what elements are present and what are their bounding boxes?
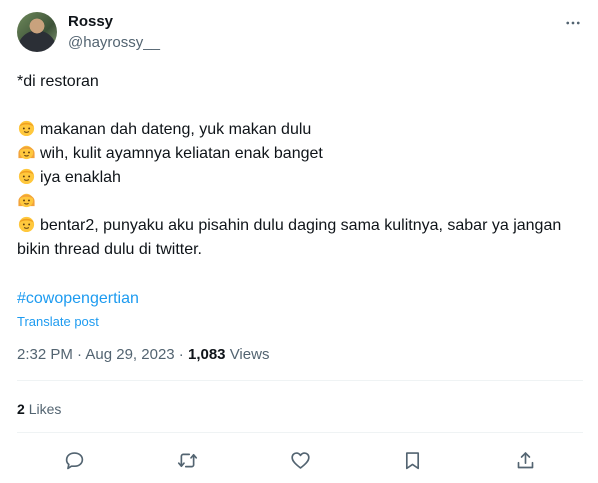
boy-face-icon	[18, 120, 35, 137]
tweet-line-text: bentar2, punyaku aku pisahin dulu daging…	[17, 217, 562, 258]
avatar[interactable]	[17, 12, 57, 52]
boy-face-icon	[18, 216, 35, 233]
tweet-line-text: wih, kulit ayamnya keliatan enak banget	[40, 145, 323, 162]
tweet-meta: 2:32 PM · Aug 29, 2023 · 1,083 Views	[17, 345, 269, 365]
like-button[interactable]	[287, 447, 313, 473]
divider	[17, 432, 583, 433]
tweet-text: *di restoran makanan dah dateng, yuk mak…	[17, 70, 577, 262]
likes-label: Likes	[28, 401, 62, 417]
retweet-icon	[177, 453, 197, 467]
bookmark-button[interactable]	[399, 447, 425, 473]
more-horizontal-icon	[566, 21, 580, 25]
tweet-line: bentar2, punyaku aku pisahin dulu daging…	[17, 214, 577, 262]
author-handle[interactable]: @hayrossy__	[68, 34, 160, 52]
divider	[17, 380, 583, 381]
retweet-button[interactable]	[174, 447, 200, 473]
likes-count: 2	[17, 401, 25, 417]
tweet-line-text: *di restoran	[17, 73, 99, 90]
meta-separator: ·	[174, 346, 188, 363]
meta-separator: ·	[72, 346, 86, 363]
share-button[interactable]	[512, 447, 538, 473]
bookmark-icon	[405, 451, 419, 469]
tweet-line: *di restoran	[17, 70, 577, 94]
author-display-name[interactable]: Rossy	[68, 13, 113, 31]
tweet-date[interactable]: Aug 29, 2023	[85, 346, 174, 363]
tweet-line: iya enaklah	[17, 166, 577, 190]
reply-icon	[65, 451, 83, 469]
girl-face-icon	[18, 145, 35, 160]
hashtag-link[interactable]: #cowopengertian	[17, 287, 139, 311]
tweet-line	[17, 190, 577, 214]
heart-icon	[290, 451, 310, 469]
reply-button[interactable]	[61, 447, 87, 473]
boy-face-icon	[18, 168, 35, 185]
tweet-line: wih, kulit ayamnya keliatan enak banget	[17, 142, 577, 166]
views-label: Views	[229, 346, 270, 363]
views-count[interactable]: 1,083	[188, 346, 226, 363]
tweet-time[interactable]: 2:32 PM	[17, 346, 73, 363]
share-icon	[517, 451, 533, 468]
likes-link[interactable]: 2 Likes	[17, 400, 61, 418]
tweet-line-text: makanan dah dateng, yuk makan dulu	[40, 121, 312, 138]
tweet-card: Rossy @hayrossy__ *di restoran makanan d…	[0, 0, 598, 483]
tweet-line: makanan dah dateng, yuk makan dulu	[17, 118, 577, 142]
translate-post-link[interactable]: Translate post	[17, 314, 99, 330]
tweet-line-text: iya enaklah	[40, 169, 121, 186]
girl-face-icon	[18, 193, 35, 208]
more-options-button[interactable]	[562, 12, 584, 34]
action-bar	[0, 447, 598, 473]
